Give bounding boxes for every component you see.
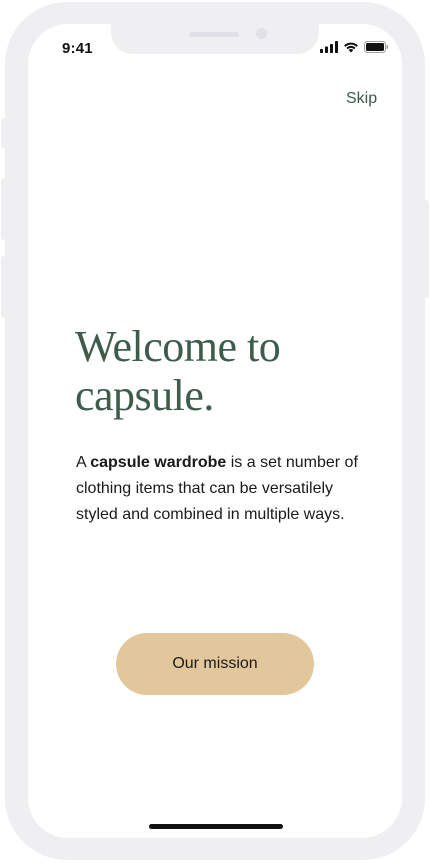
wifi-icon bbox=[344, 42, 358, 53]
our-mission-button[interactable]: Our mission bbox=[116, 633, 314, 695]
battery-icon bbox=[364, 41, 389, 53]
description-prefix: A bbox=[76, 454, 91, 471]
cellular-signal-icon bbox=[320, 41, 338, 53]
page-title: Welcome to capsule. bbox=[75, 322, 375, 420]
notch bbox=[111, 24, 319, 54]
description-text: A capsule wardrobe is a set number of cl… bbox=[76, 450, 366, 528]
screen: 9:41 Skip Welcome to capsule. A capsule w… bbox=[28, 24, 402, 838]
speaker bbox=[189, 32, 239, 37]
phone-frame: 9:41 Skip Welcome to capsule. A capsule w… bbox=[0, 0, 430, 863]
title-line-1: Welcome to bbox=[75, 322, 281, 371]
status-icons bbox=[320, 41, 389, 53]
front-camera bbox=[256, 28, 267, 39]
home-indicator[interactable] bbox=[149, 824, 283, 829]
title-line-2: capsule. bbox=[75, 371, 214, 420]
description-bold: capsule wardrobe bbox=[90, 454, 227, 471]
status-time: 9:41 bbox=[62, 40, 93, 57]
skip-button[interactable]: Skip bbox=[346, 90, 377, 108]
